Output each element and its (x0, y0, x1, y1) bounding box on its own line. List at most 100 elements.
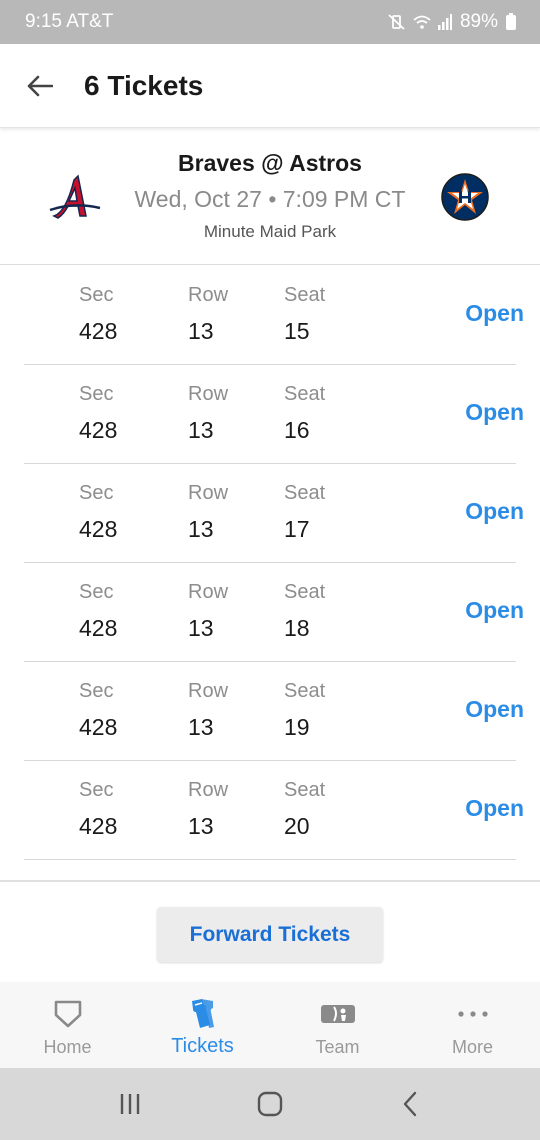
recent-apps-icon (120, 1094, 140, 1114)
status-time-carrier: 9:15 AT&T (25, 11, 114, 32)
row-value: 13 (188, 714, 214, 740)
ticket-list: Sec 428 Row 13 Seat 15 Open Sec 428 Row 13 Se… (0, 266, 540, 860)
seat-label: Seat (284, 482, 326, 504)
open-ticket-button[interactable]: Open (465, 597, 524, 624)
venue-name: Minute Maid Park (203, 222, 337, 241)
nav-label: Tickets (171, 1035, 234, 1057)
seat-field: Seat 20 (284, 779, 325, 840)
seat-label: Seat (284, 680, 326, 702)
wifi-icon (413, 15, 431, 29)
row-value: 13 (188, 318, 214, 344)
ticket-row: Sec 428 Row 13 Seat 17 Open (0, 464, 540, 563)
page-title: 6 Tickets (84, 69, 204, 101)
open-ticket-button[interactable]: Open (465, 795, 524, 822)
signal-icon (437, 14, 452, 30)
row-value: 13 (188, 417, 214, 443)
ticket-row: Sec 428 Row 13 Seat 18 Open (0, 563, 540, 662)
recent-apps-button[interactable] (100, 1074, 160, 1134)
row-label: Row (188, 581, 229, 603)
row-value: 13 (188, 615, 214, 641)
open-ticket-button[interactable]: Open (465, 696, 524, 723)
home-circle-icon (257, 1091, 283, 1117)
ticket-row: Sec 428 Row 13 Seat 20 Open (0, 761, 540, 860)
row-label: Row (188, 284, 229, 306)
sec-field: Sec 428 (79, 383, 117, 444)
bottom-nav: Home Tickets Team More (0, 982, 540, 1068)
sec-field: Sec 428 (79, 680, 117, 741)
row-field: Row 13 (188, 482, 228, 543)
seat-value: 18 (284, 615, 310, 641)
seat-value: 16 (284, 417, 310, 443)
sec-value: 428 (79, 417, 118, 443)
back-arrow-icon (27, 75, 53, 96)
system-nav-bar (0, 1068, 540, 1140)
sec-label: Sec (79, 680, 114, 702)
nav-tickets[interactable]: Tickets (135, 982, 270, 1068)
sec-field: Sec 428 (79, 284, 117, 345)
home-plate-icon (0, 998, 135, 1030)
row-field: Row 13 (188, 284, 228, 345)
nav-label: Home (43, 1037, 92, 1057)
row-label: Row (188, 383, 229, 405)
battery-percent: 89% (459, 11, 498, 32)
seat-field: Seat 19 (284, 680, 325, 741)
seat-label: Seat (284, 383, 326, 405)
seat-label: Seat (284, 581, 326, 603)
seat-value: 15 (284, 318, 310, 344)
more-dots-icon (405, 998, 540, 1030)
sec-label: Sec (79, 779, 114, 801)
row-value: 13 (188, 516, 214, 542)
sec-value: 428 (79, 516, 118, 542)
row-field: Row 13 (188, 680, 228, 741)
seat-value: 17 (284, 516, 310, 542)
status-bar: 9:15 AT&T 89% (0, 0, 540, 44)
chevron-left-icon (403, 1091, 417, 1117)
seat-field: Seat 16 (284, 383, 325, 444)
seat-value: 19 (284, 714, 310, 740)
ticket-row: Sec 428 Row 13 Seat 15 Open (0, 266, 540, 365)
open-ticket-button[interactable]: Open (465, 498, 524, 525)
seat-field: Seat 17 (284, 482, 325, 543)
sec-field: Sec 428 (79, 482, 117, 543)
seat-value: 20 (284, 813, 310, 839)
sec-label: Sec (79, 482, 114, 504)
forward-section: Forward Tickets (0, 880, 540, 982)
sec-label: Sec (79, 383, 114, 405)
row-field: Row 13 (188, 581, 228, 642)
nav-home[interactable]: Home (0, 982, 135, 1068)
forward-tickets-button[interactable]: Forward Tickets (157, 907, 383, 962)
row-label: Row (188, 680, 229, 702)
open-ticket-button[interactable]: Open (465, 399, 524, 426)
open-ticket-button[interactable]: Open (465, 300, 524, 327)
nav-more[interactable]: More (405, 982, 540, 1068)
nav-team[interactable]: Team (270, 982, 405, 1068)
status-icons (388, 14, 452, 30)
ticket-row: Sec 428 Row 13 Seat 19 Open (0, 662, 540, 761)
seat-field: Seat 15 (284, 284, 325, 345)
row-value: 13 (188, 813, 214, 839)
seat-field: Seat 18 (284, 581, 325, 642)
sec-value: 428 (79, 615, 118, 641)
sec-value: 428 (79, 318, 118, 344)
ticket-row: Sec 428 Row 13 Seat 16 Open (0, 365, 540, 464)
back-button[interactable] (0, 44, 80, 128)
game-header: Braves @ Astros Wed, Oct 27 • 7:09 PM CT… (0, 130, 540, 265)
astros-logo (440, 172, 490, 222)
sec-label: Sec (79, 581, 114, 603)
seat-label: Seat (284, 284, 326, 306)
mute-vibrate-icon (388, 14, 405, 30)
row-field: Row 13 (188, 383, 228, 444)
sec-field: Sec 428 (79, 779, 117, 840)
row-label: Row (188, 779, 229, 801)
home-button[interactable] (240, 1074, 300, 1134)
sec-value: 428 (79, 813, 118, 839)
nav-label: Team (315, 1037, 360, 1057)
sec-value: 428 (79, 714, 118, 740)
sec-label: Sec (79, 284, 114, 306)
row-label: Row (188, 482, 229, 504)
nav-label: More (451, 1037, 493, 1057)
system-back-button[interactable] (380, 1074, 440, 1134)
app-header: 6 Tickets (0, 44, 540, 128)
row-field: Row 13 (188, 779, 228, 840)
team-logo-icon (270, 998, 405, 1030)
